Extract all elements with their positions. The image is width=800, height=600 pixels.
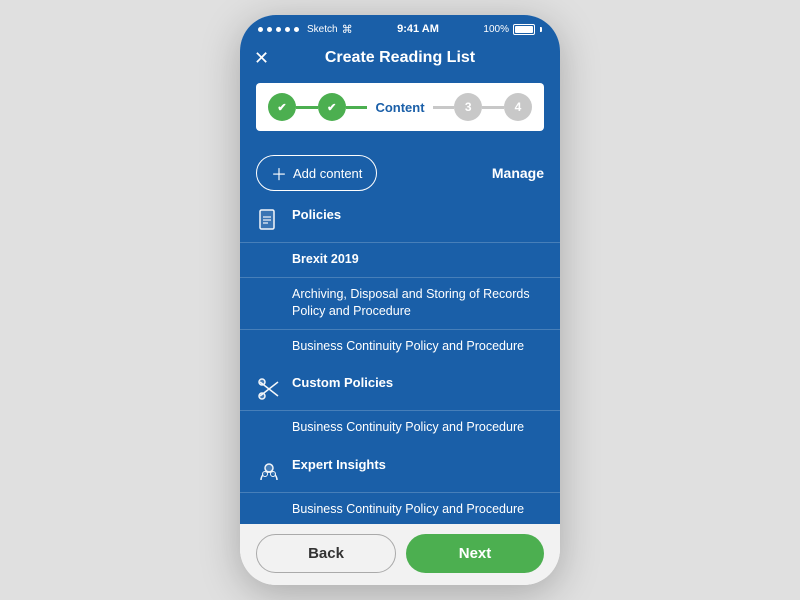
add-content-label: Add content (293, 166, 362, 181)
step-connector-2 (346, 106, 368, 109)
step-label: Content (375, 100, 424, 115)
status-dot-3 (276, 27, 281, 32)
brexit-item-text: Brexit 2019 (292, 251, 544, 269)
page-title: Create Reading List (325, 49, 475, 67)
battery-tip (540, 27, 542, 32)
progress-track: ✔ ✔ Content 3 4 (256, 83, 544, 131)
add-icon: ＋ (271, 161, 287, 185)
battery-bar (513, 24, 535, 35)
toolbar-row: ＋ Add content Manage (240, 145, 560, 199)
status-dot-5 (294, 27, 299, 32)
status-app-name: Sketch (307, 24, 338, 35)
content-area: ＋ Add content Manage Policies (240, 145, 560, 524)
status-left: Sketch ⌘ (258, 23, 353, 36)
list-item-archiving[interactable]: Archiving, Disposal and Storing of Recor… (240, 277, 560, 329)
step-3: 3 (454, 93, 482, 121)
status-dot-4 (285, 27, 290, 32)
status-dot-2 (267, 27, 272, 32)
status-time: 9:41 AM (397, 23, 439, 35)
section-expert-insights: Expert Insights (240, 449, 560, 492)
step-4: 4 (504, 93, 532, 121)
page-header: ✕ Create Reading List (240, 43, 560, 77)
step-1-check: ✔ (277, 101, 286, 114)
section-policies: Policies (240, 199, 560, 242)
step-3-number: 3 (465, 100, 472, 114)
battery-fill (515, 26, 533, 33)
step-2: ✔ (318, 93, 346, 121)
status-bar: Sketch ⌘ 9:41 AM 100% (240, 15, 560, 43)
step-4-number: 4 (515, 100, 522, 114)
list-item-business-continuity-policies[interactable]: Business Continuity Policy and Procedure (240, 329, 560, 364)
custom-business-text: Business Continuity Policy and Procedure (292, 419, 544, 437)
manage-button[interactable]: Manage (492, 165, 544, 181)
list-scroll: Policies Brexit 2019 Archiving, Disposal… (240, 199, 560, 524)
custom-policies-title: Custom Policies (292, 375, 544, 390)
progress-area: ✔ ✔ Content 3 4 (240, 77, 560, 145)
close-button[interactable]: ✕ (254, 48, 269, 69)
business-continuity-policies-text: Business Continuity Policy and Procedure (292, 338, 544, 356)
list-item-custom-business-continuity[interactable]: Business Continuity Policy and Procedure (240, 410, 560, 445)
battery-label: 100% (483, 24, 509, 35)
list-item-brexit[interactable]: Brexit 2019 (240, 242, 560, 277)
expert-insights-body: Expert Insights (292, 457, 544, 474)
next-button[interactable]: Next (406, 534, 544, 573)
policies-title: Policies (292, 207, 544, 222)
add-content-button[interactable]: ＋ Add content (256, 155, 377, 191)
step-1: ✔ (268, 93, 296, 121)
wifi-icon: ⌘ (342, 23, 353, 36)
phone-frame: Sketch ⌘ 9:41 AM 100% ✕ Create Reading L… (240, 15, 560, 585)
bottom-nav: Back Next (240, 524, 560, 585)
back-button[interactable]: Back (256, 534, 396, 573)
document-icon (256, 208, 282, 234)
list-item-expert-business-continuity-1[interactable]: Business Continuity Policy and Procedure (240, 492, 560, 525)
status-right: 100% (483, 24, 542, 35)
policies-body: Policies (292, 207, 544, 224)
archiving-item-text: Archiving, Disposal and Storing of Recor… (292, 286, 544, 321)
expert-insights-title: Expert Insights (292, 457, 544, 472)
section-custom-policies: Custom Policies (240, 367, 560, 410)
expert-business-text-1: Business Continuity Policy and Procedure (292, 501, 544, 519)
step-connector-1 (296, 106, 318, 109)
custom-policies-body: Custom Policies (292, 375, 544, 392)
step-2-check: ✔ (327, 101, 336, 114)
expert-insights-icon (256, 458, 282, 484)
step-connector-4 (482, 106, 504, 109)
step-connector-3 (433, 106, 455, 109)
status-dot-1 (258, 27, 263, 32)
custom-policies-icon (256, 376, 282, 402)
